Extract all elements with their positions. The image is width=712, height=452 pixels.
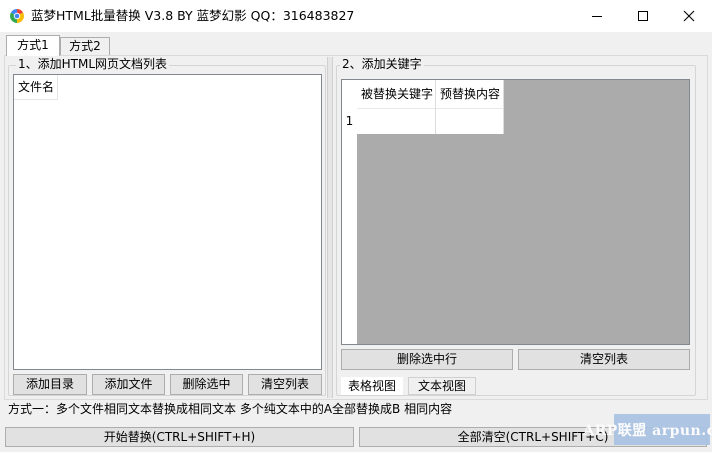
grid-column-find[interactable]: 被替换关键字 bbox=[357, 80, 436, 108]
file-list-group-caption: 1、添加HTML网页文档列表 bbox=[16, 57, 170, 71]
grid-cell-find[interactable] bbox=[357, 108, 436, 134]
add-directory-button[interactable]: 添加目录 bbox=[13, 374, 87, 395]
start-replace-label: 开始替换(CTRL+SHIFT+H) bbox=[103, 430, 256, 444]
start-replace-button[interactable]: 开始替换(CTRL+SHIFT+H) bbox=[5, 427, 354, 447]
clear-keyword-list-button[interactable]: 清空列表 bbox=[518, 349, 690, 370]
maximize-button[interactable] bbox=[620, 0, 666, 32]
window-title: 蓝梦HTML批量替换 V3.8 BY 蓝梦幻影 QQ：316483827 bbox=[31, 8, 355, 23]
file-list-column-filename[interactable]: 文件名 bbox=[14, 75, 58, 100]
close-button[interactable] bbox=[666, 0, 712, 32]
add-file-button[interactable]: 添加文件 bbox=[92, 374, 165, 395]
file-list[interactable]: 文件名 bbox=[13, 74, 322, 370]
keyword-group-caption: 2、添加关键字 bbox=[340, 57, 424, 71]
keyword-grid[interactable]: 被替换关键字 预替换内容 1 bbox=[341, 79, 690, 345]
title-bar[interactable]: 蓝梦HTML批量替换 V3.8 BY 蓝梦幻影 QQ：316483827 bbox=[0, 0, 712, 32]
tab-text-view[interactable]: 文本视图 bbox=[408, 377, 476, 395]
app-logo-icon bbox=[10, 9, 24, 23]
tab-mode-1[interactable]: 方式1 bbox=[6, 35, 60, 56]
delete-selected-row-button[interactable]: 删除选中行 bbox=[341, 349, 513, 370]
mode-description: 方式一：多个文件相同文本替换成相同文本 多个纯文本中的A全部替换成B 相同内容 bbox=[8, 402, 453, 416]
close-icon bbox=[683, 10, 695, 22]
clear-file-list-button[interactable]: 清空列表 bbox=[248, 374, 322, 395]
grid-row-header[interactable]: 1 bbox=[342, 108, 357, 134]
minimize-button[interactable] bbox=[574, 0, 620, 32]
tab-table-view[interactable]: 表格视图 bbox=[341, 377, 403, 395]
delete-selected-button[interactable]: 删除选中 bbox=[170, 374, 243, 395]
panel-splitter[interactable] bbox=[327, 57, 333, 398]
maximize-icon bbox=[638, 11, 648, 21]
minimize-icon bbox=[592, 16, 602, 17]
grid-corner-cell[interactable] bbox=[342, 80, 357, 108]
watermark-logo: ARP联盟 arpun.com bbox=[583, 414, 712, 445]
grid-column-replace[interactable]: 预替换内容 bbox=[436, 80, 504, 108]
tab-mode-2[interactable]: 方式2 bbox=[60, 37, 110, 55]
grid-cell-replace[interactable] bbox=[436, 108, 504, 134]
